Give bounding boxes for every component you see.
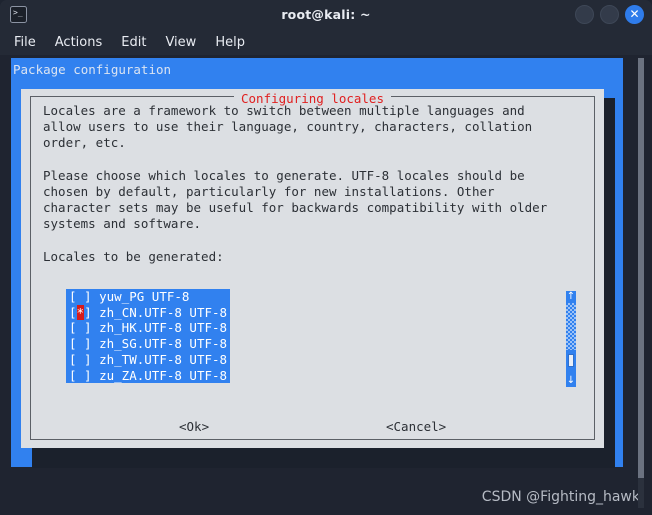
checkbox-mark[interactable]: [ ] [69, 320, 92, 335]
scrollbar-lower[interactable] [566, 350, 576, 375]
checkbox-mark[interactable]: [ ] [69, 336, 92, 351]
menu-help[interactable]: Help [215, 35, 245, 50]
ok-button[interactable]: <Ok> [179, 419, 209, 434]
dialog-description: Locales are a framework to switch betwee… [43, 103, 548, 264]
locale-label: zh_TW.UTF-8 UTF-8 [99, 351, 228, 367]
locale-label: zh_CN.UTF-8 UTF-8 [99, 304, 228, 320]
menu-actions[interactable]: Actions [55, 35, 103, 50]
menu-file[interactable]: File [14, 35, 36, 50]
list-item[interactable]: [*] zh_CN.UTF-8 UTF-8 [66, 304, 230, 321]
locale-label: yuw_PG UTF-8 [99, 289, 190, 304]
scrollbar-thumb[interactable] [568, 354, 574, 367]
checkbox-mark[interactable]: [ ] [69, 368, 92, 383]
scroll-down-arrow-icon[interactable]: ↓ [566, 375, 576, 387]
list-item[interactable]: [ ] zh_TW.UTF-8 UTF-8 [66, 352, 230, 368]
dialog-button-row: <Ok> <Cancel> [21, 419, 604, 441]
terminal-window: >_ root@kali: ~ ✕ File Actions Edit View… [0, 0, 652, 515]
checkbox-mark[interactable]: * [76, 304, 85, 320]
locale-label: zh_SG.UTF-8 UTF-8 [99, 336, 228, 352]
scrollbar-track[interactable] [566, 303, 576, 350]
title-bar: >_ root@kali: ~ ✕ [0, 0, 652, 29]
list-item[interactable]: [ ] zh_HK.UTF-8 UTF-8 [66, 320, 230, 336]
menu-view[interactable]: View [165, 35, 196, 50]
close-icon: ✕ [629, 7, 640, 21]
menu-edit[interactable]: Edit [121, 35, 146, 50]
dialog-bottom-band [32, 457, 615, 468]
list-item[interactable]: [ ] yuw_PG UTF-8 [66, 289, 230, 305]
window-buttons: ✕ [575, 5, 644, 24]
list-item[interactable]: [ ] zu_ZA.UTF-8 UTF-8 [66, 368, 230, 384]
locale-label: zh_HK.UTF-8 UTF-8 [99, 320, 228, 336]
bracket-close: ] [84, 304, 92, 320]
list-item[interactable]: [ ] zh_SG.UTF-8 UTF-8 [66, 336, 230, 352]
checkbox-mark[interactable]: [ ] [69, 289, 92, 304]
terminal-content: Package configuration Configuring locale… [0, 55, 652, 515]
window-title: root@kali: ~ [281, 7, 371, 22]
list-scrollbar[interactable]: ↑ ↓ [566, 291, 576, 387]
configuring-locales-dialog: Configuring locales Locales are a framew… [21, 89, 604, 448]
locale-label: zu_ZA.UTF-8 UTF-8 [99, 367, 228, 383]
terminal-scrollbar-thumb[interactable] [638, 58, 644, 478]
bracket-open: [ [69, 304, 77, 320]
watermark: CSDN @Fighting_hawk [481, 489, 640, 505]
checkbox-mark[interactable]: [ ] [69, 352, 92, 367]
package-configuration-title: Package configuration [13, 62, 172, 77]
minimize-button[interactable] [575, 5, 594, 24]
close-button[interactable]: ✕ [625, 5, 644, 24]
menu-bar: File Actions Edit View Help [0, 29, 652, 55]
scroll-up-arrow-icon[interactable]: ↑ [566, 291, 576, 303]
locale-list[interactable]: [ ] yuw_PG UTF-8 [*] zh_CN.UTF-8 UTF-8 [… [66, 289, 231, 384]
maximize-button[interactable] [600, 5, 619, 24]
terminal-scrollbar[interactable] [638, 58, 644, 508]
cancel-button[interactable]: <Cancel> [386, 419, 446, 434]
